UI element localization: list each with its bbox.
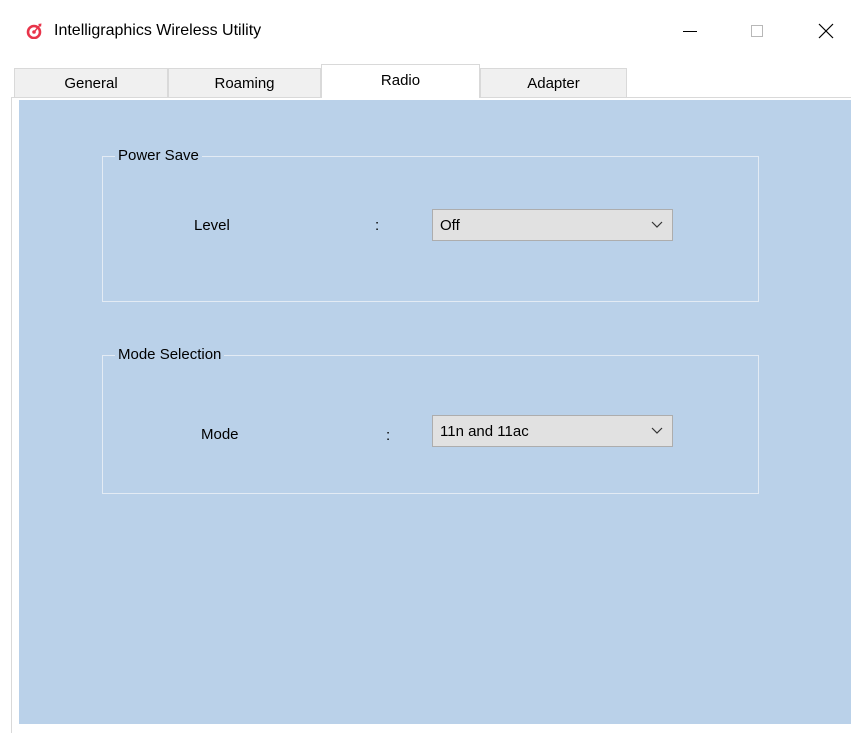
maximize-button[interactable]: [734, 0, 780, 62]
minimize-icon: [683, 31, 697, 32]
mode-separator: :: [386, 427, 391, 444]
close-icon: [818, 23, 834, 39]
target-icon: [26, 23, 42, 39]
mode-value: 11n and 11ac: [440, 423, 529, 440]
tab-strip: General Roaming Radio Adapter: [0, 62, 851, 98]
mode-label: Mode: [201, 426, 239, 443]
power-save-level-value: Off: [440, 217, 460, 234]
window-title: Intelligraphics Wireless Utility: [54, 22, 262, 39]
mode-dropdown[interactable]: 11n and 11ac: [432, 415, 673, 447]
chevron-down-icon: [651, 221, 663, 228]
chevron-down-icon: [651, 427, 663, 434]
tab-general[interactable]: General: [14, 68, 168, 97]
mode-selection-group-title: Mode Selection: [115, 346, 225, 363]
title-bar[interactable]: Intelligraphics Wireless Utility: [0, 0, 851, 62]
power-save-group: Power Save Level : Off: [102, 147, 759, 302]
tab-roaming[interactable]: Roaming: [168, 68, 321, 97]
tab-radio[interactable]: Radio: [321, 64, 480, 98]
close-button[interactable]: [803, 0, 849, 62]
minimize-button[interactable]: [667, 0, 713, 62]
app-window: Intelligraphics Wireless Utility General…: [0, 0, 851, 733]
tab-adapter[interactable]: Adapter: [480, 68, 627, 97]
level-label: Level: [194, 217, 230, 234]
maximize-icon: [751, 25, 763, 37]
level-separator: :: [375, 217, 380, 234]
power-save-group-title: Power Save: [115, 147, 202, 164]
power-save-level-dropdown[interactable]: Off: [432, 209, 673, 241]
radio-tab-panel: Power Save Level : Off Mode Selection Mo…: [19, 100, 851, 724]
mode-selection-group: Mode Selection Mode : 11n and 11ac: [102, 346, 759, 494]
